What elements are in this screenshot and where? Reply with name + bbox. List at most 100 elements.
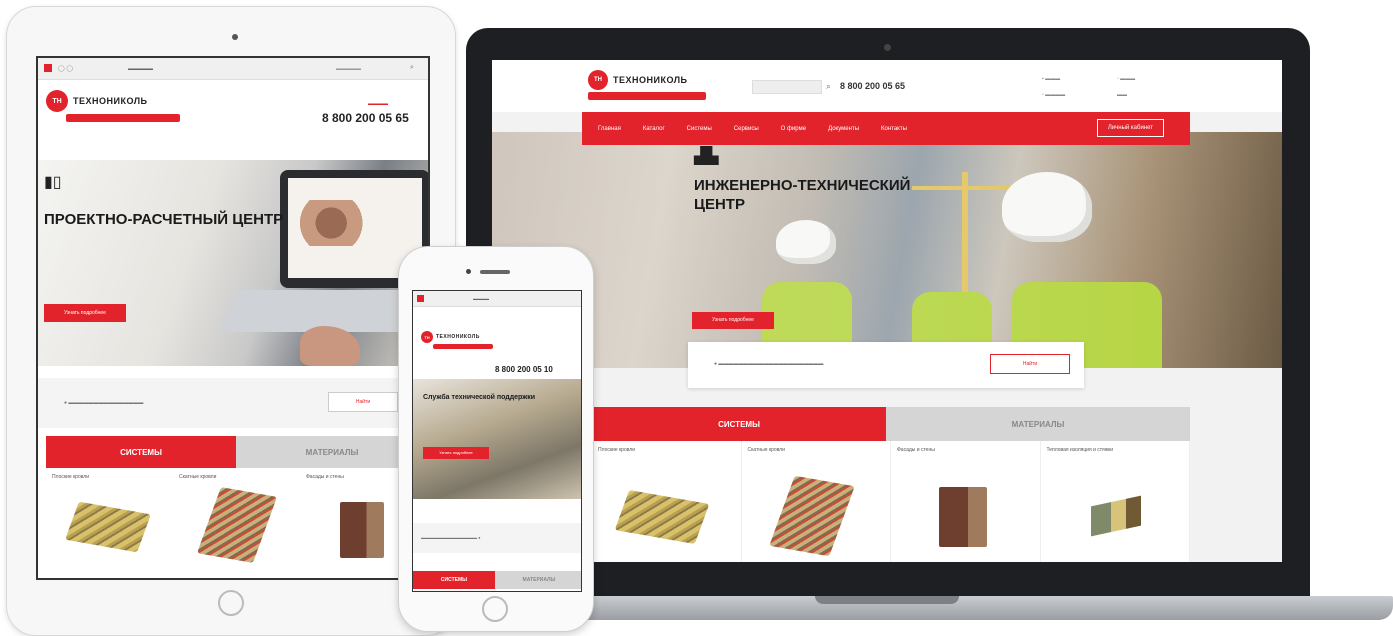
- hero-cta-button[interactable]: Узнать подробнее: [692, 312, 774, 329]
- brand-logo[interactable]: ТН ТЕХНОНИКОЛЬ: [46, 90, 180, 122]
- nav-item[interactable]: Контакты: [881, 126, 907, 132]
- browser-tabs-icon[interactable]: [44, 64, 52, 72]
- hero-title: ПРОЕКТНО-РАСЧЕТНЫЙ ЦЕНТР: [44, 211, 284, 228]
- insulation-image: [1090, 495, 1141, 537]
- product-card-label: Плоские кровли: [52, 474, 89, 480]
- brand-logo[interactable]: ТН ТЕХНОНИКОЛЬ: [588, 70, 706, 100]
- header-phone-number: 8 800 200 05 65: [840, 81, 906, 91]
- phone-home-button[interactable]: [482, 596, 508, 622]
- product-card[interactable]: Плоские кровли: [46, 468, 173, 578]
- login-link[interactable]: ▬▬: [1117, 92, 1127, 98]
- logo-mark-icon: ТН: [588, 70, 608, 90]
- product-card-label: Плоские кровли: [598, 447, 635, 453]
- browser-search-input[interactable]: ▬▬▬▬▬: [336, 66, 361, 72]
- browser-menu-icon[interactable]: ⌕: [410, 64, 414, 72]
- laptop-hero-banner: [492, 132, 1282, 368]
- product-cards: Плоские кровли Скатные кровли Фасады и с…: [592, 441, 1190, 562]
- filter-bar: ▬▬▬▬▬▬▬▬▬▬▬▬▬▬ ●: [413, 523, 581, 553]
- tablet-camera: [232, 34, 238, 40]
- tab-materials[interactable]: МАТЕРИАЛЫ: [886, 407, 1190, 441]
- nav-item[interactable]: Системы: [687, 126, 712, 132]
- tablet-home-button[interactable]: [218, 590, 244, 616]
- device-mockup-scene: ТН ТЕХНОНИКОЛЬ ⌕ 8 800 200 05 65 ▪ ▬▬▬ ▫…: [0, 0, 1393, 636]
- filter-submit-button[interactable]: Найти: [328, 392, 398, 412]
- header-phone-number: 8 800 200 05 10: [495, 365, 553, 374]
- logo-wordmark: ТЕХНОНИКОЛЬ: [613, 75, 688, 85]
- address-bar[interactable]: ▬▬▬▬: [473, 296, 489, 301]
- flat-roof-image: [614, 489, 710, 545]
- tab-systems[interactable]: СИСТЕМЫ: [592, 407, 886, 441]
- hero-overlay: [492, 132, 1282, 368]
- filter-bar: ● ▬▬▬▬▬▬▬▬▬▬▬▬▬▬▬ Найти: [38, 378, 428, 428]
- hero-cta-button[interactable]: Узнать подробнее: [423, 447, 489, 459]
- browser-controls[interactable]: ◯ ◯: [58, 65, 73, 72]
- favorites-link[interactable]: ▪ ▬▬▬: [1042, 76, 1060, 82]
- account-button[interactable]: Личный кабинет: [1096, 119, 1164, 137]
- header-phone-number: 8 800 200 05 65: [322, 111, 409, 125]
- tab-materials[interactable]: МАТЕРИАЛЫ: [495, 571, 581, 589]
- laptop-screen: ТН ТЕХНОНИКОЛЬ ⌕ 8 800 200 05 65 ▪ ▬▬▬ ▫…: [492, 60, 1282, 562]
- nav-item[interactable]: О фирме: [781, 126, 806, 132]
- browser-bar: ◯ ◯ ▬▬▬▬▬ ▬▬▬▬▬ ⌕: [38, 58, 428, 80]
- nav-item[interactable]: Главная: [598, 126, 621, 132]
- logo-band: [588, 92, 706, 100]
- nav-item[interactable]: Сервисы: [734, 126, 759, 132]
- logo-wordmark: ТЕХНОНИКОЛЬ: [436, 334, 480, 340]
- tablet-hero-banner: [38, 160, 428, 366]
- compare-link[interactable]: ▫ ▬▬▬: [1117, 76, 1135, 82]
- catalog-tabs: СИСТЕМЫ МАТЕРИАЛЫ: [413, 571, 581, 589]
- product-card-label: Скатные кровли: [747, 447, 785, 453]
- product-card-label: Скатные кровли: [179, 474, 217, 480]
- logo-mark-icon: ТН: [46, 90, 68, 112]
- product-card[interactable]: Тепловая изоляция и стяжки: [1041, 441, 1190, 562]
- product-card[interactable]: Плоские кровли: [592, 441, 742, 562]
- main-nav: Главная Каталог Системы Сервисы О фирме …: [582, 112, 1190, 145]
- filter-input[interactable]: ▬▬▬▬▬▬▬▬▬▬▬▬▬▬ ●: [421, 535, 481, 540]
- logo-band: [433, 344, 493, 349]
- hero-title: Служба технической поддержки: [423, 394, 536, 401]
- logo-mark-icon: ТН: [421, 331, 433, 343]
- filter-bar: ● ▬▬▬▬▬▬▬▬▬▬▬▬▬▬▬▬▬▬▬▬▬ Найти: [688, 342, 1084, 388]
- tab-systems[interactable]: СИСТЕМЫ: [46, 436, 236, 468]
- nav-item[interactable]: Каталог: [643, 126, 665, 132]
- filter-input[interactable]: ● ▬▬▬▬▬▬▬▬▬▬▬▬▬▬▬▬▬▬▬▬▬: [714, 361, 823, 367]
- phone-speaker: [480, 270, 510, 274]
- pitched-roof-image: [196, 487, 278, 563]
- hero-title: ИНЖЕНЕРНО-ТЕХНИЧЕСКИЙ ЦЕНТР: [694, 177, 911, 213]
- tab-systems[interactable]: СИСТЕМЫ: [413, 571, 495, 589]
- facade-wall-image: [340, 502, 384, 558]
- facade-wall-image: [939, 487, 987, 547]
- address-bar[interactable]: ▬▬▬▬▬: [128, 66, 153, 72]
- product-cards: Плоские кровли Скатные кровли Фасады и с…: [46, 468, 428, 578]
- product-card-label: Фасады и стены: [306, 474, 344, 480]
- cart-link[interactable]: ▫ ▬▬▬▬: [1042, 92, 1065, 98]
- product-card[interactable]: Скатные кровли: [742, 441, 891, 562]
- filter-submit-button[interactable]: Найти: [990, 354, 1070, 374]
- engineering-icon: ▟▙: [694, 148, 719, 165]
- product-card[interactable]: Скатные кровли: [173, 468, 300, 578]
- hand-graphic: [300, 326, 360, 366]
- flat-roof-image: [65, 501, 151, 553]
- brand-logo[interactable]: ТН ТЕХНОНИКОЛЬ: [421, 331, 493, 349]
- search-icon[interactable]: ⌕: [826, 81, 836, 93]
- search-input[interactable]: [752, 80, 822, 94]
- logo-band: [66, 114, 180, 122]
- laptop-site-header: ТН ТЕХНОНИКОЛЬ ⌕ 8 800 200 05 65 ▪ ▬▬▬ ▫…: [492, 60, 1282, 112]
- roof-plan-graphic: [300, 200, 378, 246]
- product-card[interactable]: Фасады и стены: [891, 441, 1041, 562]
- phone-caption: ▬▬▬▬: [368, 101, 388, 107]
- phone-camera: [466, 269, 471, 274]
- catalog-tabs: СИСТЕМЫ МАТЕРИАЛЫ: [592, 407, 1190, 441]
- filter-input[interactable]: ● ▬▬▬▬▬▬▬▬▬▬▬▬▬▬▬: [64, 400, 143, 406]
- hero-cta-button[interactable]: Узнать подробнее: [44, 304, 126, 322]
- browser-tabs-icon[interactable]: [417, 295, 424, 302]
- logo-wordmark: ТЕХНОНИКОЛЬ: [73, 96, 148, 106]
- phone-screen: ▬▬▬▬ ТН ТЕХНОНИКОЛЬ 8 800 200 05 10 Служ…: [412, 290, 582, 592]
- catalog-tabs: СИСТЕМЫ МАТЕРИАЛЫ: [46, 436, 428, 468]
- tablet-screen: ◯ ◯ ▬▬▬▬▬ ▬▬▬▬▬ ⌕ ТН ТЕХНОНИКОЛЬ ▬▬▬▬ 8 …: [36, 56, 430, 580]
- nav-item[interactable]: Документы: [828, 126, 859, 132]
- browser-bar: ▬▬▬▬: [413, 291, 581, 307]
- product-card-label: Тепловая изоляция и стяжки: [1046, 447, 1114, 453]
- product-card-label: Фасады и стены: [897, 447, 935, 453]
- calculator-icon: ▮▯: [44, 174, 62, 191]
